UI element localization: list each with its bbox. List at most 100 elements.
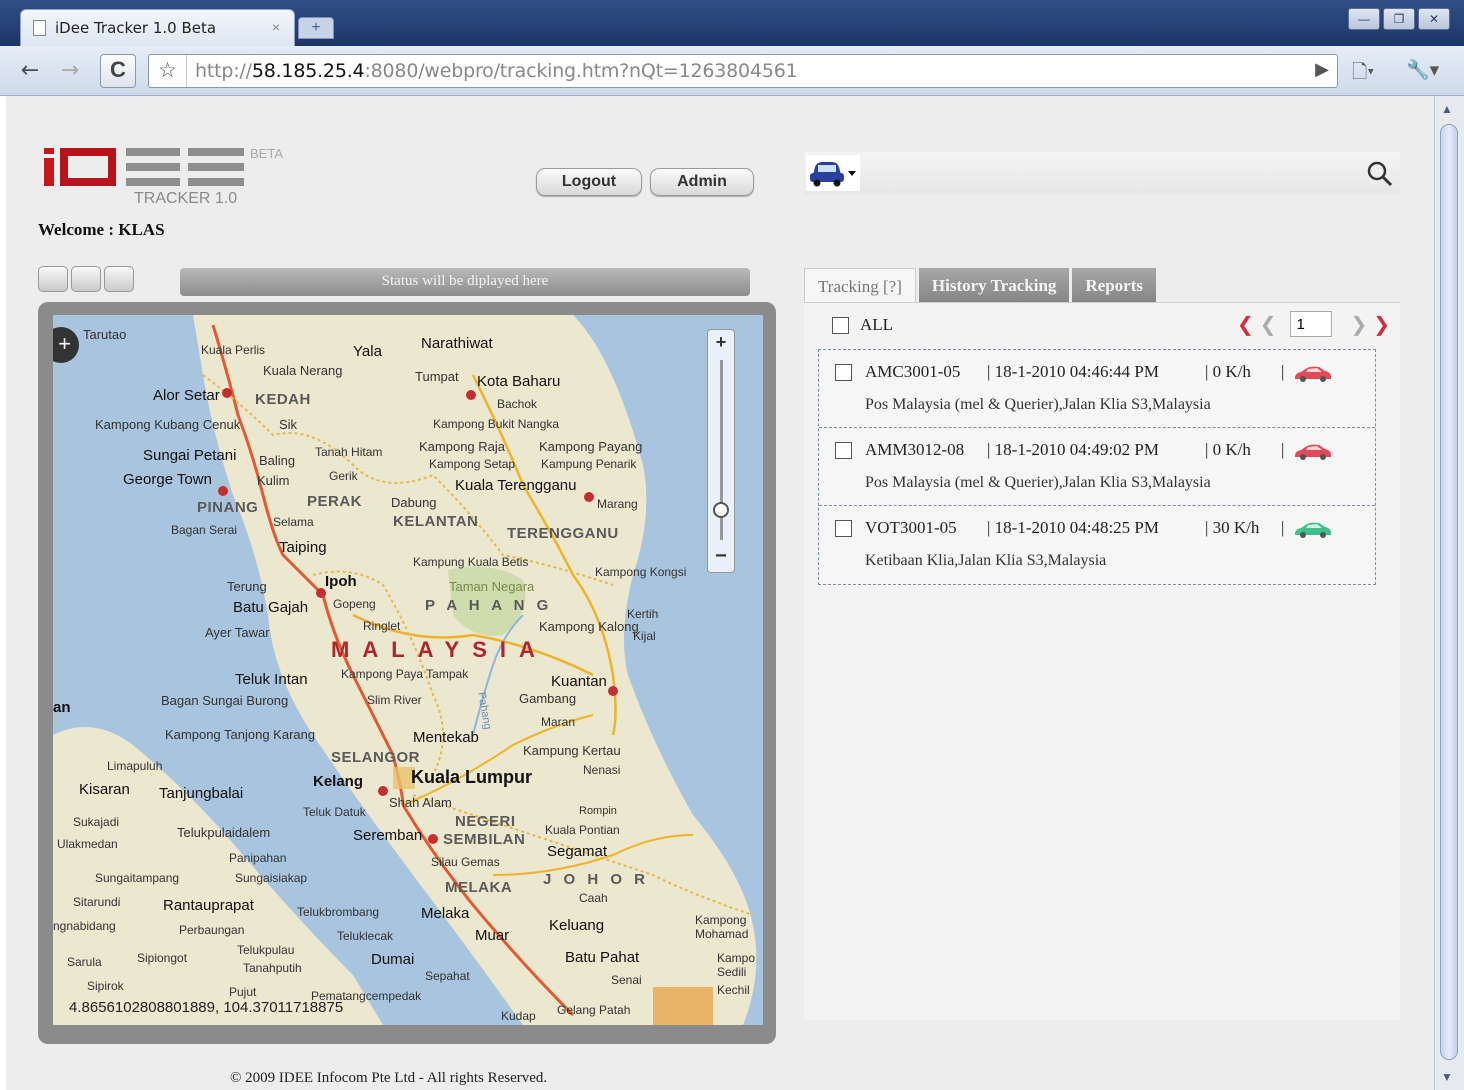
- map-label: Kampong Raja: [419, 439, 505, 454]
- map-label: Kampong Paya Tampak: [341, 667, 469, 681]
- list-item[interactable]: AMC3001-05 | 18-1-2010 04:46:44 PM | 0 K…: [819, 350, 1375, 428]
- map-label: Gerik: [329, 469, 358, 483]
- map-label: Kuala Terengganu: [455, 477, 577, 494]
- new-tab-icon[interactable]: +: [298, 17, 334, 39]
- map-label: Mentekab: [413, 729, 479, 746]
- map-label: Alor Setar: [153, 387, 220, 404]
- logout-button[interactable]: Logout: [536, 168, 642, 196]
- map-label: ngnabidang: [53, 919, 116, 933]
- page-scrollbar[interactable]: ▲ ▼: [1434, 96, 1464, 1090]
- beta-label: BETA: [250, 146, 283, 161]
- map-label: Kijal: [633, 629, 656, 643]
- reload-icon[interactable]: C: [100, 54, 136, 88]
- maximize-icon[interactable]: ❐: [1383, 8, 1415, 30]
- map-zoom-control[interactable]: + −: [707, 329, 735, 573]
- forward-arrow-icon[interactable]: →: [56, 58, 84, 84]
- select-all-checkbox[interactable]: [832, 316, 849, 334]
- browser-tab[interactable]: iDee Tracker 1.0 Beta ×: [20, 9, 295, 46]
- map-label: Kampong Payang: [539, 439, 643, 454]
- admin-button[interactable]: Admin: [650, 168, 754, 196]
- map-label: Gambang: [519, 691, 577, 706]
- list-item[interactable]: VOT3001-05 | 18-1-2010 04:48:25 PM | 30 …: [819, 506, 1375, 584]
- map-label: Slim River: [367, 693, 422, 707]
- vehicle-address: Pos Malaysia (mel & Querier),Jalan Klia …: [865, 474, 1211, 491]
- map-label: SELANGOR: [331, 749, 421, 766]
- search-icon[interactable]: [1366, 160, 1394, 188]
- wrench-icon[interactable]: 🔧▾: [1406, 58, 1439, 82]
- vehicle-checkbox[interactable]: [835, 520, 852, 537]
- address-bar[interactable]: ☆ http://58.185.25.4:8080/webpro/trackin…: [148, 54, 1338, 88]
- map-label: Tarutao: [83, 327, 127, 342]
- map-label: Rantauprapat: [163, 897, 254, 914]
- page-menu-icon[interactable]: 🗋▾: [1352, 58, 1374, 90]
- tab-close-icon[interactable]: ×: [272, 19, 280, 35]
- map-label: Narathiwat: [421, 335, 493, 352]
- tab-reports[interactable]: Reports: [1072, 268, 1157, 302]
- tracking-list-panel: ALL ❮ ❮ ❯ ❯ AMC3001-05 | 18-1-2010 04:46…: [804, 302, 1400, 1020]
- map-label: Bagan Sungai Burong: [161, 693, 289, 708]
- separator: |: [1281, 440, 1285, 459]
- vehicle-type-dropdown[interactable]: [806, 155, 860, 191]
- prev-page-icon[interactable]: ❮: [1260, 312, 1277, 336]
- map-label: Kulim: [257, 473, 290, 488]
- close-window-icon[interactable]: ✕: [1418, 8, 1450, 30]
- map-label: Gelang Patah: [557, 1003, 631, 1017]
- last-page-icon[interactable]: ❯: [1373, 312, 1390, 336]
- map-label: Bachok: [497, 397, 538, 411]
- star-icon[interactable]: ☆: [149, 55, 187, 87]
- map-label: Tanah Hitam: [315, 445, 383, 459]
- map-label: KEDAH: [255, 391, 311, 408]
- next-page-icon[interactable]: ❯: [1350, 312, 1367, 336]
- document-icon: [33, 20, 46, 36]
- car-dropdown-icon: [810, 162, 856, 187]
- car-red-icon[interactable]: [1293, 442, 1333, 462]
- zoom-out-button[interactable]: −: [708, 545, 734, 568]
- vehicle-plate[interactable]: VOT3001-05: [865, 518, 957, 538]
- map-label: Sepahat: [425, 969, 470, 983]
- layout-full-button[interactable]: [104, 266, 134, 292]
- footer-copyright: © 2009 IDEE Infocom Pte Ltd - All rights…: [230, 1070, 548, 1086]
- vehicle-plate[interactable]: AMM3012-08: [865, 440, 964, 460]
- minimize-icon[interactable]: —: [1348, 8, 1380, 30]
- zoom-in-button[interactable]: +: [708, 332, 734, 353]
- scroll-up-icon[interactable]: ▲: [1441, 102, 1453, 116]
- vehicle-plate[interactable]: AMC3001-05: [865, 362, 960, 382]
- vehicle-checkbox[interactable]: [835, 364, 852, 381]
- zoom-slider-handle[interactable]: [713, 502, 729, 518]
- vehicle-search-bar[interactable]: [804, 152, 1400, 194]
- separator: |: [1281, 362, 1285, 381]
- tracker-version: TRACKER 1.0: [134, 190, 238, 207]
- map-label: Telukbrombang: [297, 905, 380, 919]
- map-label: MELAKA: [445, 879, 513, 896]
- go-icon[interactable]: ▶: [1315, 59, 1329, 80]
- vehicle-checkbox[interactable]: [835, 442, 852, 459]
- map-label: Muar: [475, 927, 510, 944]
- car-green-icon[interactable]: [1293, 520, 1333, 540]
- map-label: Yala: [353, 343, 382, 360]
- map-label: Rompin: [579, 805, 617, 817]
- browser-titlebar: iDee Tracker 1.0 Beta × + — ❐ ✕: [0, 0, 1464, 46]
- scrollbar-thumb[interactable]: [1440, 124, 1458, 1060]
- scroll-down-icon[interactable]: ▼: [1441, 1070, 1453, 1084]
- map-label: Kampung Kuala Betis: [413, 555, 529, 569]
- status-bar: Status will be diplayed here: [180, 268, 750, 296]
- map-label: Batu Pahat: [565, 949, 640, 966]
- page-number-input[interactable]: [1290, 311, 1333, 337]
- layout-single-button[interactable]: [38, 266, 68, 292]
- map-label: MALAYSIA: [331, 637, 548, 662]
- back-arrow-icon[interactable]: ←: [16, 58, 44, 84]
- tab-history-tracking[interactable]: History Tracking: [918, 268, 1070, 302]
- list-item[interactable]: AMM3012-08 | 18-1-2010 04:49:02 PM | 0 K…: [819, 428, 1375, 506]
- map-label: Telukpulaidalem: [177, 825, 271, 840]
- car-red-icon[interactable]: [1293, 364, 1333, 384]
- select-all-label: ALL: [860, 315, 894, 334]
- map-label: Tumpat: [415, 369, 459, 384]
- map-label: Terung: [227, 579, 267, 594]
- first-page-icon[interactable]: ❮: [1237, 312, 1254, 336]
- map-label: Dumai: [371, 951, 415, 968]
- map-label: Kampong Kongsi: [595, 565, 687, 579]
- layout-split-button[interactable]: [71, 266, 101, 292]
- map-label: Nenasi: [583, 763, 621, 777]
- tab-tracking[interactable]: Tracking [?]: [804, 268, 916, 302]
- map-view[interactable]: + Tarutao Kuala Perlis Yala Narathiwat K…: [53, 315, 763, 1025]
